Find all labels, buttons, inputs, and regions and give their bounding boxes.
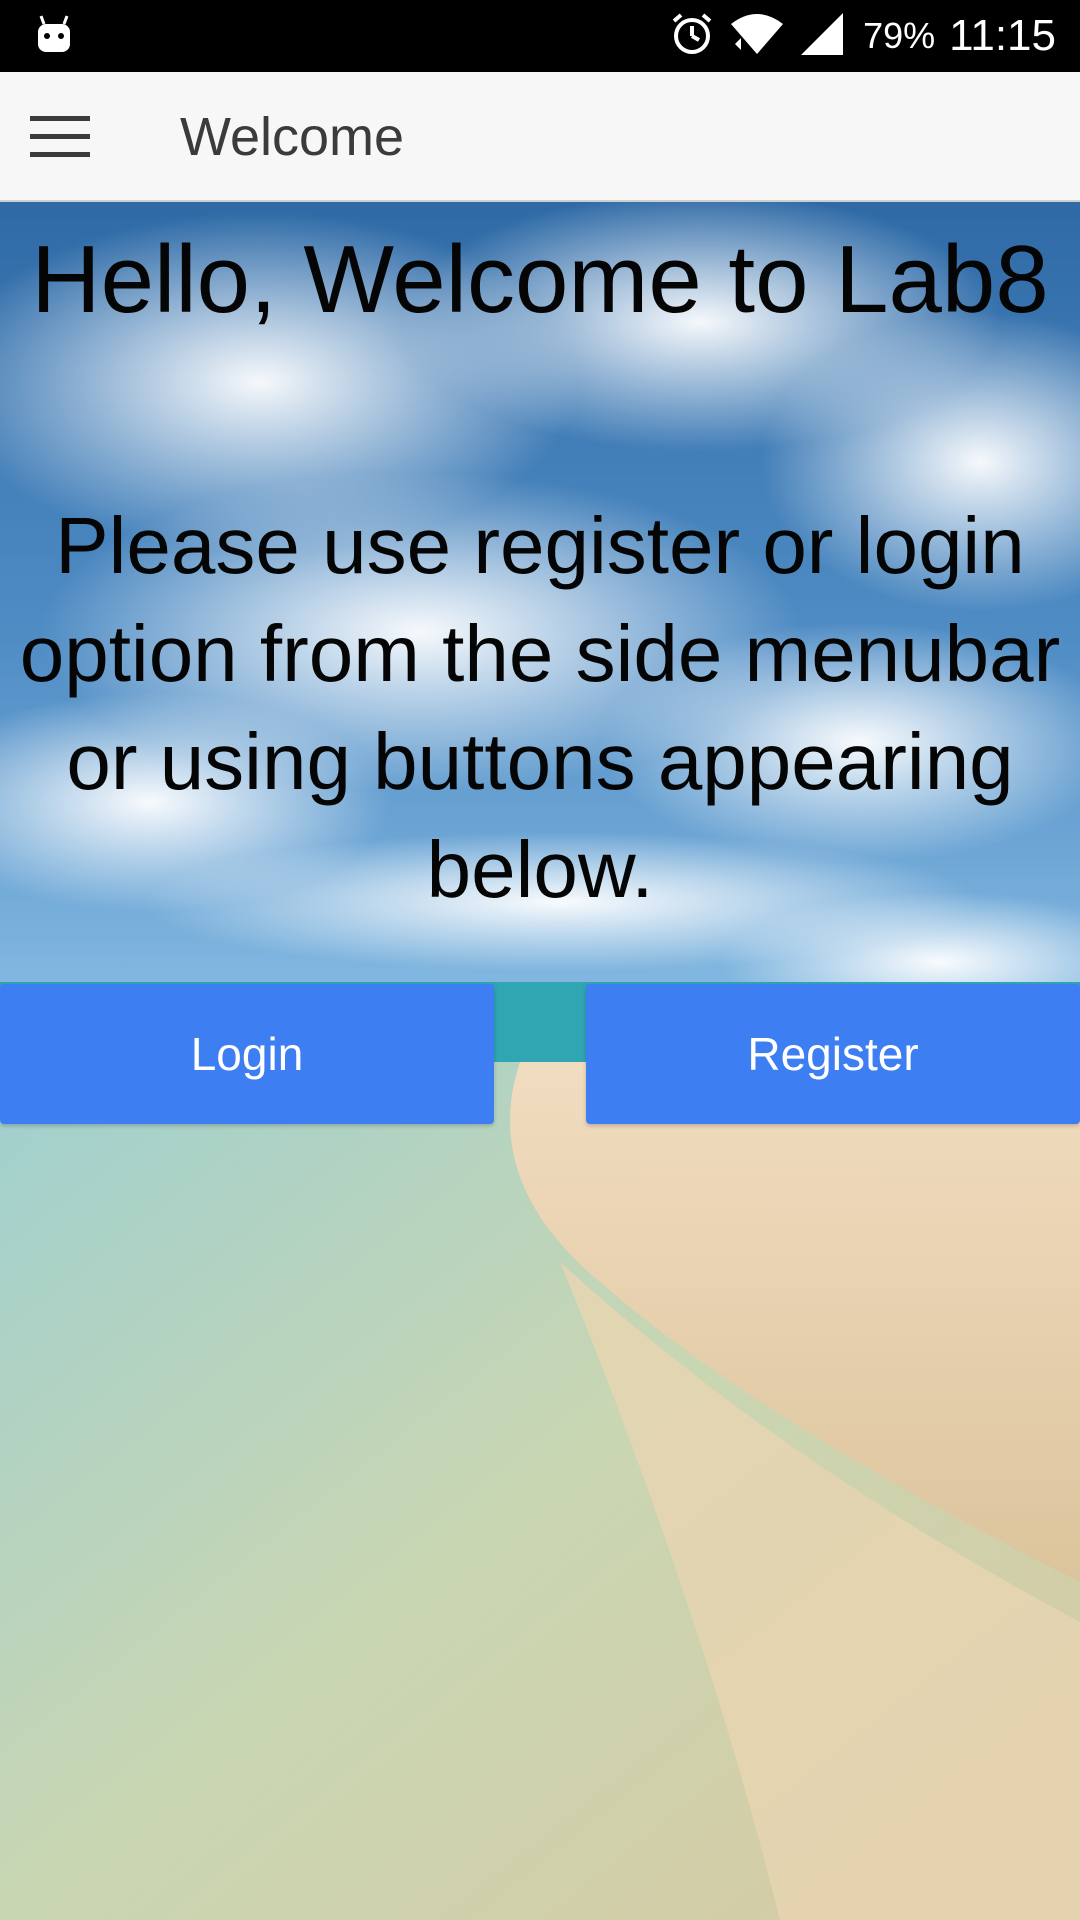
instructions-text: Please use register or login option from… bbox=[19, 501, 1061, 914]
clock: 11:15 bbox=[949, 11, 1056, 60]
app-bar-title: Welcome bbox=[180, 107, 405, 167]
screen: 79% 11:15 Welcome Hello, Welcome to Lab8… bbox=[0, 0, 1080, 1920]
main-content: Hello, Welcome to Lab8 Please use regist… bbox=[0, 202, 1080, 1920]
welcome-heading: Hello, Welcome to Lab8 bbox=[31, 226, 1049, 333]
android-icon bbox=[36, 14, 72, 54]
signal-icon bbox=[799, 11, 845, 62]
hamburger-menu-icon[interactable] bbox=[30, 116, 90, 158]
battery-level: 79% bbox=[863, 15, 936, 56]
app-bar: Welcome bbox=[0, 72, 1080, 202]
alarm-icon bbox=[669, 11, 715, 62]
status-bar: 79% 11:15 bbox=[0, 0, 1080, 72]
status-icons: 79% 11:15 bbox=[669, 0, 1056, 72]
login-button[interactable]: Login bbox=[0, 984, 494, 1124]
wifi-icon bbox=[729, 12, 785, 61]
register-button[interactable]: Register bbox=[586, 984, 1080, 1124]
